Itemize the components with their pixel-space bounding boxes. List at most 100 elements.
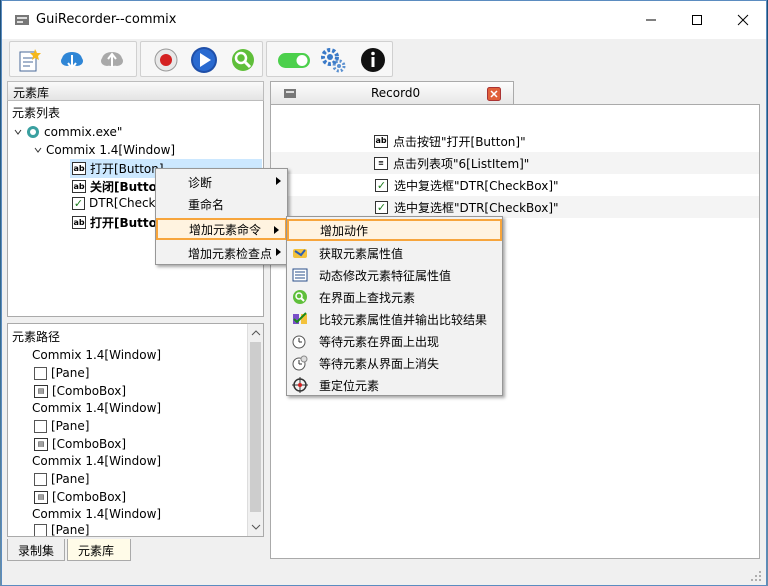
step-label: 选中复选框"DTR[CheckBox]" bbox=[394, 200, 559, 215]
tree-node[interactable]: ✓ DTR[Check bbox=[72, 196, 156, 210]
tab-element-library[interactable]: 元素库 bbox=[67, 539, 131, 561]
maximize-button[interactable] bbox=[674, 1, 720, 39]
combobox-icon: ▤ bbox=[34, 490, 48, 504]
close-icon bbox=[737, 14, 749, 26]
menu-item-label: 比较元素属性值并输出比较结果 bbox=[319, 312, 488, 327]
app-process-icon bbox=[27, 126, 39, 138]
get-property-icon bbox=[292, 245, 308, 261]
step-row[interactable]: ≡ 点击列表项"6[ListItem]" bbox=[271, 152, 759, 174]
tree-node[interactable]: ab 打开[Button bbox=[72, 214, 165, 231]
record-tab-icon bbox=[284, 89, 296, 98]
path-item-label: [ComboBox] bbox=[52, 490, 127, 504]
path-item[interactable]: ▤ [ComboBox] bbox=[34, 437, 126, 451]
tab-record0[interactable]: Record0 bbox=[270, 81, 514, 105]
tab-record-set[interactable]: 录制集 bbox=[7, 539, 65, 561]
new-project-button[interactable] bbox=[15, 46, 43, 74]
wait-appear-icon bbox=[292, 333, 308, 349]
path-item[interactable]: Commix 1.4[Window] bbox=[32, 507, 161, 521]
title-bar[interactable]: GuiRecorder--commix bbox=[2, 1, 766, 39]
submenu-item-add-action[interactable]: 增加动作 bbox=[287, 219, 502, 241]
combobox-icon: ▤ bbox=[34, 384, 48, 398]
path-item[interactable]: Commix 1.4[Window] bbox=[32, 401, 161, 415]
path-item[interactable]: [Pane] bbox=[34, 366, 89, 380]
download-button[interactable] bbox=[58, 46, 86, 74]
step-row[interactable]: ab 点击按钮"打开[Button]" bbox=[271, 130, 759, 152]
menu-item-diagnose[interactable]: 诊断 bbox=[157, 171, 287, 193]
resize-grip-icon[interactable] bbox=[750, 570, 762, 582]
toolbar bbox=[2, 39, 766, 79]
menu-item-label: 动态修改元素特征属性值 bbox=[319, 268, 452, 283]
menu-item-label: 在界面上查找元素 bbox=[319, 290, 416, 305]
path-item[interactable]: ▤ [ComboBox] bbox=[34, 490, 126, 504]
bottom-tabs: 录制集 元素库 bbox=[7, 537, 264, 563]
path-item[interactable]: [Pane] bbox=[34, 524, 89, 536]
button-icon: ab bbox=[72, 216, 86, 229]
tree-node-root[interactable]: commix.exe" bbox=[14, 125, 122, 139]
checkbox-icon: ✓ bbox=[375, 178, 388, 192]
chevron-down-icon bbox=[251, 524, 261, 530]
step-row[interactable]: ✓ 选中复选框"DTR[CheckBox]" bbox=[271, 196, 759, 218]
submenu-item-get-property[interactable]: 获取元素属性值 bbox=[288, 242, 502, 264]
submenu-item-wait-appear[interactable]: 等待元素在界面上出现 bbox=[288, 330, 502, 352]
pane-icon bbox=[34, 366, 47, 380]
tree-node-label: DTR[Check bbox=[89, 196, 156, 210]
record-button[interactable] bbox=[152, 46, 180, 74]
menu-item-rename[interactable]: 重命名 bbox=[157, 193, 287, 215]
tree-node-label: 打开[Button] bbox=[90, 162, 164, 176]
cloud-upload-icon bbox=[101, 52, 123, 67]
submenu-item-find-element[interactable]: 在界面上查找元素 bbox=[288, 286, 502, 308]
submenu-arrow-icon bbox=[276, 177, 281, 185]
submenu-item-relocate[interactable]: 重定位元素 bbox=[288, 374, 502, 396]
path-item[interactable]: ▤ [ComboBox] bbox=[34, 384, 126, 398]
toggle-on-icon bbox=[278, 53, 310, 68]
app-icon bbox=[15, 15, 29, 25]
menu-item-label: 增加元素检查点 bbox=[188, 246, 273, 261]
button-icon: ab bbox=[72, 162, 86, 175]
vertical-scrollbar[interactable] bbox=[247, 324, 263, 536]
status-bar bbox=[2, 567, 766, 585]
chevron-down-icon bbox=[34, 147, 42, 153]
info-icon bbox=[361, 48, 385, 72]
find-element-button[interactable] bbox=[229, 46, 257, 74]
path-item[interactable]: Commix 1.4[Window] bbox=[32, 348, 161, 362]
element-path-tree[interactable]: 元素路径 Commix 1.4[Window] [Pane] ▤ [ComboBo… bbox=[7, 323, 264, 537]
submenu-item-wait-disappear[interactable]: 等待元素从界面上消失 bbox=[288, 352, 502, 374]
about-button[interactable] bbox=[359, 46, 387, 74]
menu-item-label: 诊断 bbox=[188, 175, 213, 190]
menu-item-add-element-command[interactable]: 增加元素命令 bbox=[156, 218, 287, 240]
settings-button[interactable] bbox=[319, 46, 347, 74]
window-title: GuiRecorder--commix bbox=[36, 12, 177, 27]
menu-item-label: 增加元素命令 bbox=[189, 222, 262, 237]
pane-icon bbox=[34, 472, 47, 486]
chevron-up-icon bbox=[251, 330, 261, 336]
path-item[interactable]: [Pane] bbox=[34, 472, 89, 486]
submenu-item-modify-property[interactable]: 动态修改元素特征属性值 bbox=[288, 264, 502, 286]
step-row[interactable]: ✓ 选中复选框"DTR[CheckBox]" bbox=[271, 174, 759, 196]
close-button[interactable] bbox=[720, 1, 766, 39]
step-label: 点击列表项"6[ListItem]" bbox=[393, 156, 530, 171]
cloud-download-icon bbox=[61, 52, 83, 70]
submenu-arrow-icon bbox=[274, 226, 279, 234]
combobox-icon: ▤ bbox=[34, 437, 48, 451]
submenu-item-compare-property[interactable]: 比较元素属性值并输出比较结果 bbox=[288, 308, 502, 330]
compare-icon bbox=[292, 311, 308, 327]
element-library-panel: 元素库 元素列表 commix.exe" Commix 1.4[Window] … bbox=[7, 81, 264, 563]
tree-node-window[interactable]: Commix 1.4[Window] bbox=[34, 143, 175, 157]
minimize-button[interactable] bbox=[628, 1, 674, 39]
maximize-icon bbox=[692, 15, 702, 25]
toolbar-group-record bbox=[140, 41, 263, 77]
step-label: 点击按钮"打开[Button]" bbox=[393, 134, 526, 149]
chevron-down-icon bbox=[14, 129, 22, 135]
menu-item-label: 增加动作 bbox=[320, 223, 369, 238]
play-button[interactable] bbox=[190, 46, 218, 74]
upload-button[interactable] bbox=[98, 46, 126, 74]
path-item[interactable]: Commix 1.4[Window] bbox=[32, 454, 161, 468]
path-item[interactable]: [Pane] bbox=[34, 419, 89, 433]
scrollbar-thumb[interactable] bbox=[250, 342, 261, 512]
toggle-switch[interactable] bbox=[277, 46, 311, 74]
close-tab-icon[interactable] bbox=[487, 87, 501, 101]
submenu-arrow-icon bbox=[276, 248, 281, 256]
menu-item-add-checkpoint[interactable]: 增加元素检查点 bbox=[157, 242, 287, 264]
path-item-label: [ComboBox] bbox=[52, 437, 127, 451]
tree-node-label: commix.exe" bbox=[44, 125, 123, 139]
